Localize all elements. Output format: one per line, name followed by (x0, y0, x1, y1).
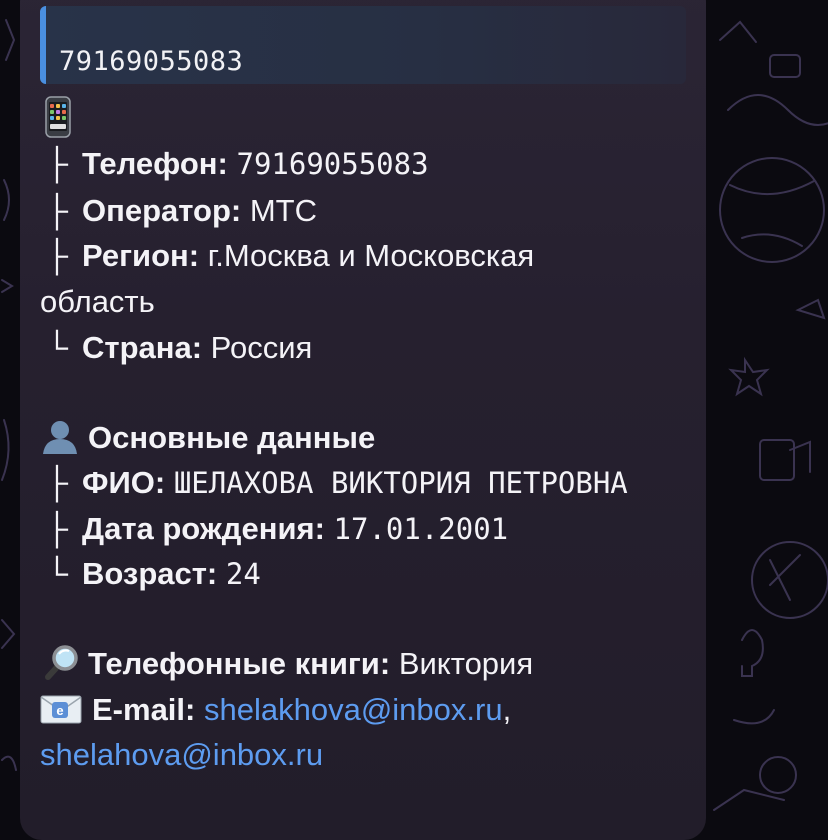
country-value: Россия (210, 330, 313, 365)
email-link-1[interactable]: shelakhova@inbox.ru (204, 692, 503, 727)
email-separator: , (502, 692, 512, 727)
country-row: └ Страна: Россия (46, 330, 313, 365)
phonebooks-label: Телефонные книги: (88, 646, 391, 681)
email-link-2[interactable]: shelahova@inbox.ru (40, 737, 323, 772)
region-value-continuation: область (40, 284, 155, 319)
quote-accent-bar (40, 6, 46, 84)
phonebooks-value: Виктория (398, 646, 534, 681)
phone-label: Телефон: (82, 146, 228, 181)
quoted-phone-number: 79169055083 (59, 46, 244, 77)
person-silhouette-icon (43, 420, 77, 454)
region-label: Регион: (82, 238, 200, 273)
mobile-phone-icon (45, 96, 71, 138)
birthdate-label: Дата рождения: (82, 511, 325, 546)
envelope-icon: e (40, 695, 82, 724)
magnifier-icon (45, 645, 78, 680)
birthdate-row: ├ Дата рождения: 17.01.2001 (46, 511, 509, 546)
operator-value: МТС (249, 193, 318, 228)
phone-value: 79169055083 (236, 147, 429, 181)
email-row: e E-mail: shelakhova@inbox.ru, (40, 692, 511, 728)
email-label: E-mail: (92, 692, 196, 727)
operator-row: ├ Оператор: МТС (46, 193, 318, 228)
fullname-row: ├ ФИО: ШЕЛАХОВА ВИКТОРИЯ ПЕТРОВНА (46, 465, 628, 500)
phone-section-header (40, 96, 76, 138)
region-row: ├ Регион: г.Москва и Московская (46, 238, 535, 273)
country-label: Страна: (82, 330, 203, 365)
region-row-continuation: область (40, 284, 155, 320)
email-row-continuation: shelahova@inbox.ru (40, 737, 323, 773)
phone-row: ├ Телефон: 79169055083 (46, 146, 429, 181)
basic-section-header: Основные данные (40, 420, 375, 456)
basic-section-title: Основные данные (88, 420, 376, 455)
operator-label: Оператор: (82, 193, 242, 228)
age-label: Возраст: (82, 556, 218, 591)
fullname-value: ШЕЛАХОВА ВИКТОРИЯ ПЕТРОВНА (173, 466, 628, 500)
svg-text:e: e (56, 703, 63, 718)
birthdate-value: 17.01.2001 (333, 512, 509, 546)
phonebooks-row: Телефонные книги: Виктория (40, 645, 534, 683)
region-value: г.Москва и Московская (207, 238, 535, 273)
quoted-reply[interactable]: 79169055083 (40, 6, 686, 84)
age-value: 24 (225, 557, 261, 591)
fullname-label: ФИО: (82, 465, 166, 500)
age-row: └ Возраст: 24 (46, 556, 261, 591)
